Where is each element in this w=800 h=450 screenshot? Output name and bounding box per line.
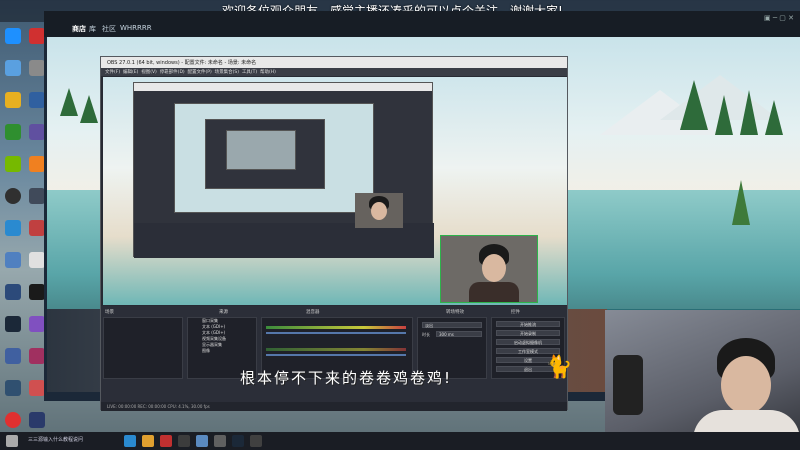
steam-nav-library[interactable]: 库 (89, 24, 96, 34)
desktop-icon-app19[interactable] (2, 348, 24, 376)
menu-tools[interactable]: 工具(T) (242, 70, 257, 75)
desktop-icon-app13[interactable] (2, 252, 24, 280)
nested-obs-1 (133, 82, 434, 258)
virtual-camera-button[interactable]: 启动虚拟摄像机 (496, 339, 560, 345)
microphone (613, 355, 643, 415)
menu-view[interactable]: 视图(V) (141, 70, 157, 75)
preview-webcam (440, 235, 538, 303)
nested-obs-3 (205, 119, 325, 189)
tree (715, 95, 733, 135)
window-controls[interactable]: ▣ ─ ▢ ✕ (764, 14, 794, 22)
menu-file[interactable]: 文件(F) (105, 70, 120, 75)
desktop-icon-edge[interactable] (2, 28, 24, 56)
taskbar-app-icon[interactable] (250, 435, 262, 447)
studio-mode-button[interactable]: 工作室模式 (496, 348, 560, 354)
webcam-person-face (371, 202, 387, 220)
duration-label: 时长 (422, 332, 430, 337)
cat-icon: 🐈 (545, 355, 573, 380)
desktop-icon-nvidia[interactable] (2, 156, 24, 184)
tree (740, 90, 758, 135)
taskbar-app-icon[interactable] (232, 435, 244, 447)
menu-edit[interactable]: 编辑(E) (123, 70, 138, 75)
steam-titlebar (44, 11, 800, 37)
menu-docks[interactable]: 停靠部件(D) (160, 70, 185, 75)
start-icon[interactable] (6, 435, 18, 447)
desktop-icon-steam[interactable] (2, 316, 24, 344)
obs-menubar: 文件(F) 编辑(E) 视图(V) 停靠部件(D) 配置文件(P) 场景集合(S… (101, 68, 567, 76)
obs-titlebar: OBS 27.0.1 (64 bit, windows) - 配置文件: 未命名… (101, 57, 567, 68)
tree (60, 88, 78, 116)
source-item[interactable]: 图像 (188, 348, 256, 354)
tree (765, 100, 783, 135)
menu-help[interactable]: 帮助(H) (260, 70, 276, 75)
desktop-icon-pc[interactable] (2, 60, 24, 88)
obs-window: OBS 27.0.1 (64 bit, windows) - 配置文件: 未命名… (100, 56, 568, 411)
desktop-icon-obs[interactable] (2, 188, 24, 216)
taskbar-app-icon[interactable] (178, 435, 190, 447)
nested-obs-4 (226, 130, 296, 170)
taskbar-app-icon[interactable] (214, 435, 226, 447)
taskbar-app-icon[interactable] (142, 435, 154, 447)
webcam-person-face (482, 254, 506, 282)
webcam-person-body (469, 282, 519, 302)
steam-nav-community[interactable]: 社区 (102, 24, 116, 34)
stream-subtitle: 根本停不下来的卷卷鸡卷鸡! (240, 369, 453, 387)
desktop-icon-chrome[interactable] (2, 92, 24, 120)
taskbar-app-icon[interactable] (160, 435, 172, 447)
desktop-icon-app15[interactable] (2, 284, 24, 312)
taskbar-window-label[interactable]: 三三源输入什么教程说问 (28, 436, 83, 443)
steam-nav-store[interactable]: 商店 (72, 24, 86, 34)
obs-statusbar: LIVE: 00:00:00 REC: 00:00:00 CPU: 4.1%, … (101, 402, 567, 411)
desktop-icon-app21[interactable] (2, 380, 24, 408)
controls-dock-title: 控件 (511, 310, 520, 315)
desktop-icon-app11[interactable] (2, 220, 24, 248)
tree (732, 180, 750, 225)
start-recording-button[interactable]: 开始录制 (496, 330, 560, 336)
transition-select[interactable]: 淡出 (422, 322, 482, 328)
taskbar-app-icon[interactable] (196, 435, 208, 447)
transitions-dock-title: 转场特效 (446, 310, 464, 315)
audio-meter (266, 326, 406, 329)
steam-nav-user[interactable]: WHRRRR (120, 24, 152, 32)
desktop-icon-geforce[interactable] (2, 124, 24, 152)
volume-slider[interactable] (266, 354, 406, 356)
taskbar-app-icon[interactable] (124, 435, 136, 447)
main-webcam (605, 310, 800, 450)
menu-scene-collection[interactable]: 场景集合(S) (215, 70, 239, 75)
nested-titlebar (134, 83, 432, 91)
nested-webcam (355, 193, 403, 228)
volume-slider[interactable] (266, 332, 406, 334)
obs-docks: 场景 来源 窗口采集 文本 (GDI+) 文本 (GDI+) 视频采集设备 显示… (101, 306, 567, 411)
mixer-dock-title: 混音器 (306, 310, 320, 315)
scenes-dock-title: 场景 (105, 310, 114, 315)
scenes-dock[interactable] (103, 317, 183, 379)
start-streaming-button[interactable]: 开始推流 (496, 321, 560, 327)
webcam-person-face (721, 356, 771, 414)
nested-bottom-docks (134, 223, 434, 258)
taskbar (0, 432, 800, 450)
duration-input[interactable]: 300 ms (436, 331, 482, 337)
tree (80, 95, 98, 123)
sources-dock-title: 来源 (219, 310, 228, 315)
tree (680, 80, 708, 130)
nested-obs-2 (174, 103, 374, 213)
audio-meter (266, 348, 406, 351)
menu-profile[interactable]: 配置文件(P) (188, 70, 212, 75)
